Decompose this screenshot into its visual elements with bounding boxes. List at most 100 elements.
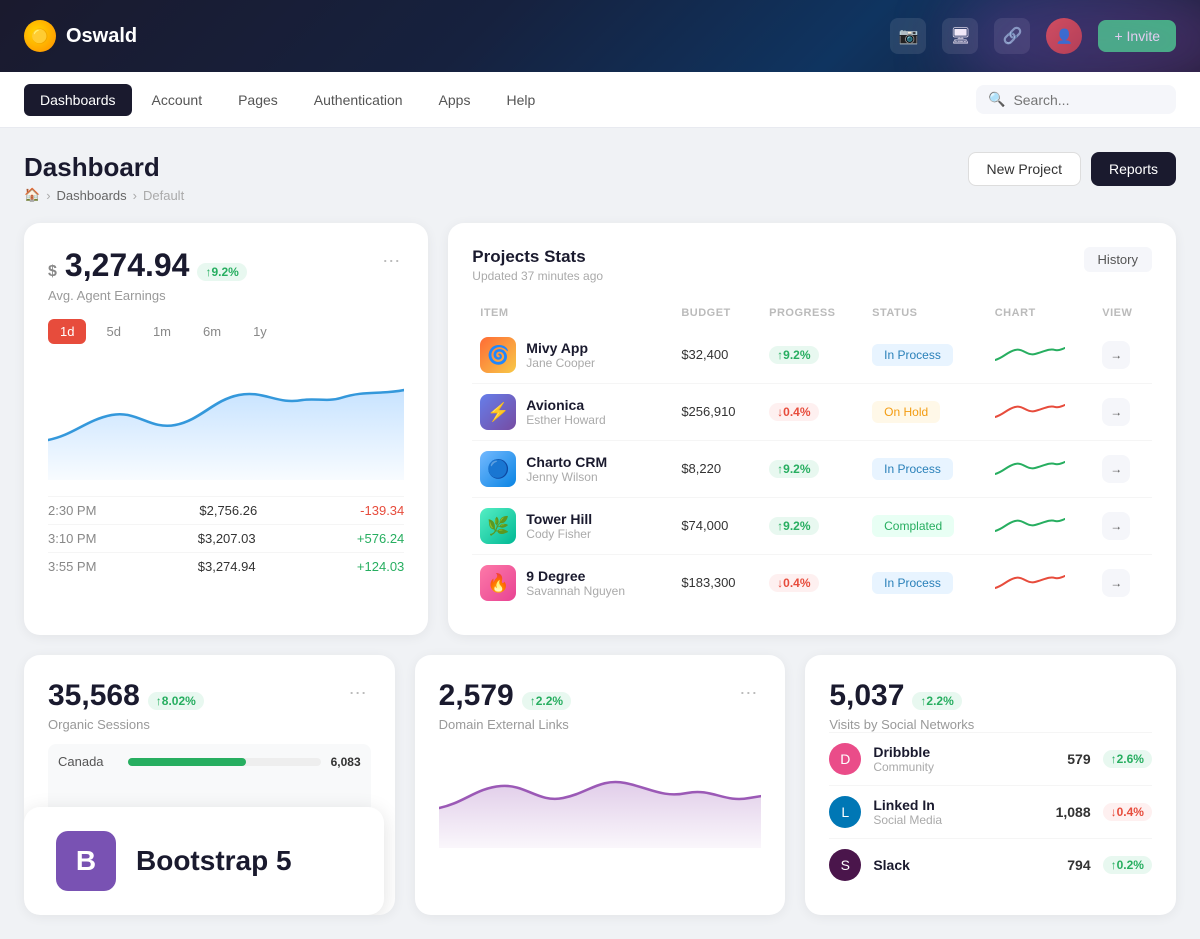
- avatar[interactable]: 👤: [1046, 18, 1082, 54]
- top-row: $ 3,274.94 ↑9.2% Avg. Agent Earnings ⋯ 1…: [24, 223, 1176, 635]
- monitor-icon[interactable]: 🖥: [942, 18, 978, 54]
- share-icon[interactable]: 🔗: [994, 18, 1030, 54]
- links-badge: ↑2.2%: [522, 692, 571, 710]
- breadcrumb-sep2: ›: [133, 188, 137, 203]
- period-5d[interactable]: 5d: [94, 319, 132, 344]
- project-owner: Esther Howard: [526, 413, 605, 427]
- social-count: 1,088: [1056, 804, 1091, 820]
- period-tabs: 1d 5d 1m 6m 1y: [48, 319, 404, 344]
- external-links-card: 2,579 ↑2.2% Domain External Links ⋯: [415, 655, 786, 915]
- col-item: ITEM: [472, 299, 673, 327]
- nav-account[interactable]: Account: [136, 84, 219, 116]
- project-chart: [995, 454, 1087, 484]
- sessions-label: Organic Sessions: [48, 717, 204, 732]
- sessions-more-button[interactable]: ⋯: [345, 679, 371, 708]
- social-platform-name: Linked In: [873, 797, 942, 813]
- earnings-more-button[interactable]: ⋯: [378, 247, 404, 276]
- project-name: Tower Hill: [526, 511, 592, 527]
- history-button[interactable]: History: [1084, 247, 1152, 272]
- social-card: 5,037 ↑2.2% Visits by Social Networks D …: [805, 655, 1176, 915]
- bootstrap-title: Bootstrap 5: [136, 845, 292, 877]
- map-row-canada: Canada 6,083: [58, 754, 361, 769]
- project-status: In Process: [872, 458, 953, 480]
- project-name: Avionica: [526, 397, 605, 413]
- project-view-button[interactable]: →: [1102, 512, 1130, 540]
- page-title: Dashboard: [24, 152, 184, 183]
- project-progress: ↑9.2%: [769, 346, 818, 364]
- social-platform-icon: D: [829, 743, 861, 775]
- links-number: 2,579 ↑2.2%: [439, 679, 571, 713]
- search-box[interactable]: 🔍: [976, 85, 1176, 114]
- topbar: 🟡 Oswald 📷 🖥 🔗 👤 + Invite: [0, 0, 1200, 72]
- social-items: D Dribbble Community 579 ↑2.6% L Linked …: [829, 732, 1152, 891]
- search-input[interactable]: [1013, 92, 1164, 108]
- project-budget: $74,000: [681, 518, 728, 533]
- data-row-1: 2:30 PM $2,756.26 -139.34: [48, 496, 404, 524]
- project-budget: $256,910: [681, 404, 735, 419]
- project-thumb: 🔵: [480, 451, 516, 487]
- invite-button[interactable]: + Invite: [1098, 20, 1176, 52]
- new-project-button[interactable]: New Project: [968, 152, 1081, 186]
- social-count: 579: [1067, 751, 1090, 767]
- nav-authentication[interactable]: Authentication: [298, 84, 419, 116]
- social-platform-icon: L: [829, 796, 861, 828]
- col-view: VIEW: [1094, 299, 1152, 327]
- project-view-button[interactable]: →: [1102, 569, 1130, 597]
- period-1d[interactable]: 1d: [48, 319, 86, 344]
- breadcrumb-dashboards[interactable]: Dashboards: [57, 188, 127, 203]
- project-name: Charto CRM: [526, 454, 607, 470]
- bootstrap-logo: B: [56, 831, 116, 891]
- table-row: 🔵 Charto CRM Jenny Wilson $8,220 ↑9.2% I…: [472, 441, 1152, 498]
- project-thumb: 🔥: [480, 565, 516, 601]
- project-progress: ↑9.2%: [769, 517, 818, 535]
- canada-bar-fill: [128, 758, 246, 766]
- table-row: ⚡ Avionica Esther Howard $256,910 ↓0.4% …: [472, 384, 1152, 441]
- project-status: In Process: [872, 572, 953, 594]
- period-1y[interactable]: 1y: [241, 319, 279, 344]
- sessions-number: 35,568 ↑8.02%: [48, 679, 204, 713]
- nav-dashboards[interactable]: Dashboards: [24, 84, 132, 116]
- social-item: L Linked In Social Media 1,088 ↓0.4%: [829, 785, 1152, 838]
- projects-card: Projects Stats Updated 37 minutes ago Hi…: [448, 223, 1176, 635]
- period-1m[interactable]: 1m: [141, 319, 183, 344]
- social-platform-icon: S: [829, 849, 861, 881]
- canada-bar: [128, 758, 321, 766]
- social-item: D Dribbble Community 579 ↑2.6%: [829, 732, 1152, 785]
- project-budget: $32,400: [681, 347, 728, 362]
- nav-apps[interactable]: Apps: [423, 84, 487, 116]
- project-progress: ↓0.4%: [769, 574, 818, 592]
- logo: 🟡 Oswald: [24, 20, 137, 52]
- period-6m[interactable]: 6m: [191, 319, 233, 344]
- page-header: Dashboard 🏠 › Dashboards › Default New P…: [24, 152, 1176, 203]
- earnings-amount: $ 3,274.94 ↑9.2%: [48, 247, 247, 284]
- nav-help[interactable]: Help: [490, 84, 551, 116]
- social-platform-name: Slack: [873, 857, 910, 873]
- project-view-button[interactable]: →: [1102, 455, 1130, 483]
- nav-pages[interactable]: Pages: [222, 84, 294, 116]
- reports-button[interactable]: Reports: [1091, 152, 1176, 186]
- links-chart: [439, 748, 762, 848]
- col-status: STATUS: [864, 299, 987, 327]
- links-more-button[interactable]: ⋯: [735, 679, 761, 708]
- camera-icon[interactable]: 📷: [890, 18, 926, 54]
- projects-title-section: Projects Stats Updated 37 minutes ago: [472, 247, 603, 283]
- bootstrap-overlay: B Bootstrap 5: [24, 807, 384, 915]
- project-view-button[interactable]: →: [1102, 341, 1130, 369]
- links-label: Domain External Links: [439, 717, 571, 732]
- project-view-button[interactable]: →: [1102, 398, 1130, 426]
- project-item: 🔥 9 Degree Savannah Nguyen: [480, 565, 665, 601]
- social-platform-name: Dribbble: [873, 744, 934, 760]
- chart-data-rows: 2:30 PM $2,756.26 -139.34 3:10 PM $3,207…: [48, 496, 404, 580]
- earnings-info: $ 3,274.94 ↑9.2% Avg. Agent Earnings: [48, 247, 247, 303]
- social-item: S Slack 794 ↑0.2%: [829, 838, 1152, 891]
- sessions-card: 35,568 ↑8.02% Organic Sessions ⋯ Canada …: [24, 655, 395, 915]
- project-chart: [995, 511, 1087, 541]
- col-budget: BUDGET: [673, 299, 761, 327]
- project-owner: Savannah Nguyen: [526, 584, 625, 598]
- topbar-actions: 📷 🖥 🔗 👤 + Invite: [890, 18, 1176, 54]
- breadcrumb-home: 🏠: [24, 187, 40, 203]
- social-info: 5,037 ↑2.2% Visits by Social Networks: [829, 679, 974, 732]
- bottom-section: 35,568 ↑8.02% Organic Sessions ⋯ Canada …: [24, 655, 1176, 915]
- currency-symbol: $: [48, 263, 57, 281]
- project-chart: [995, 568, 1087, 598]
